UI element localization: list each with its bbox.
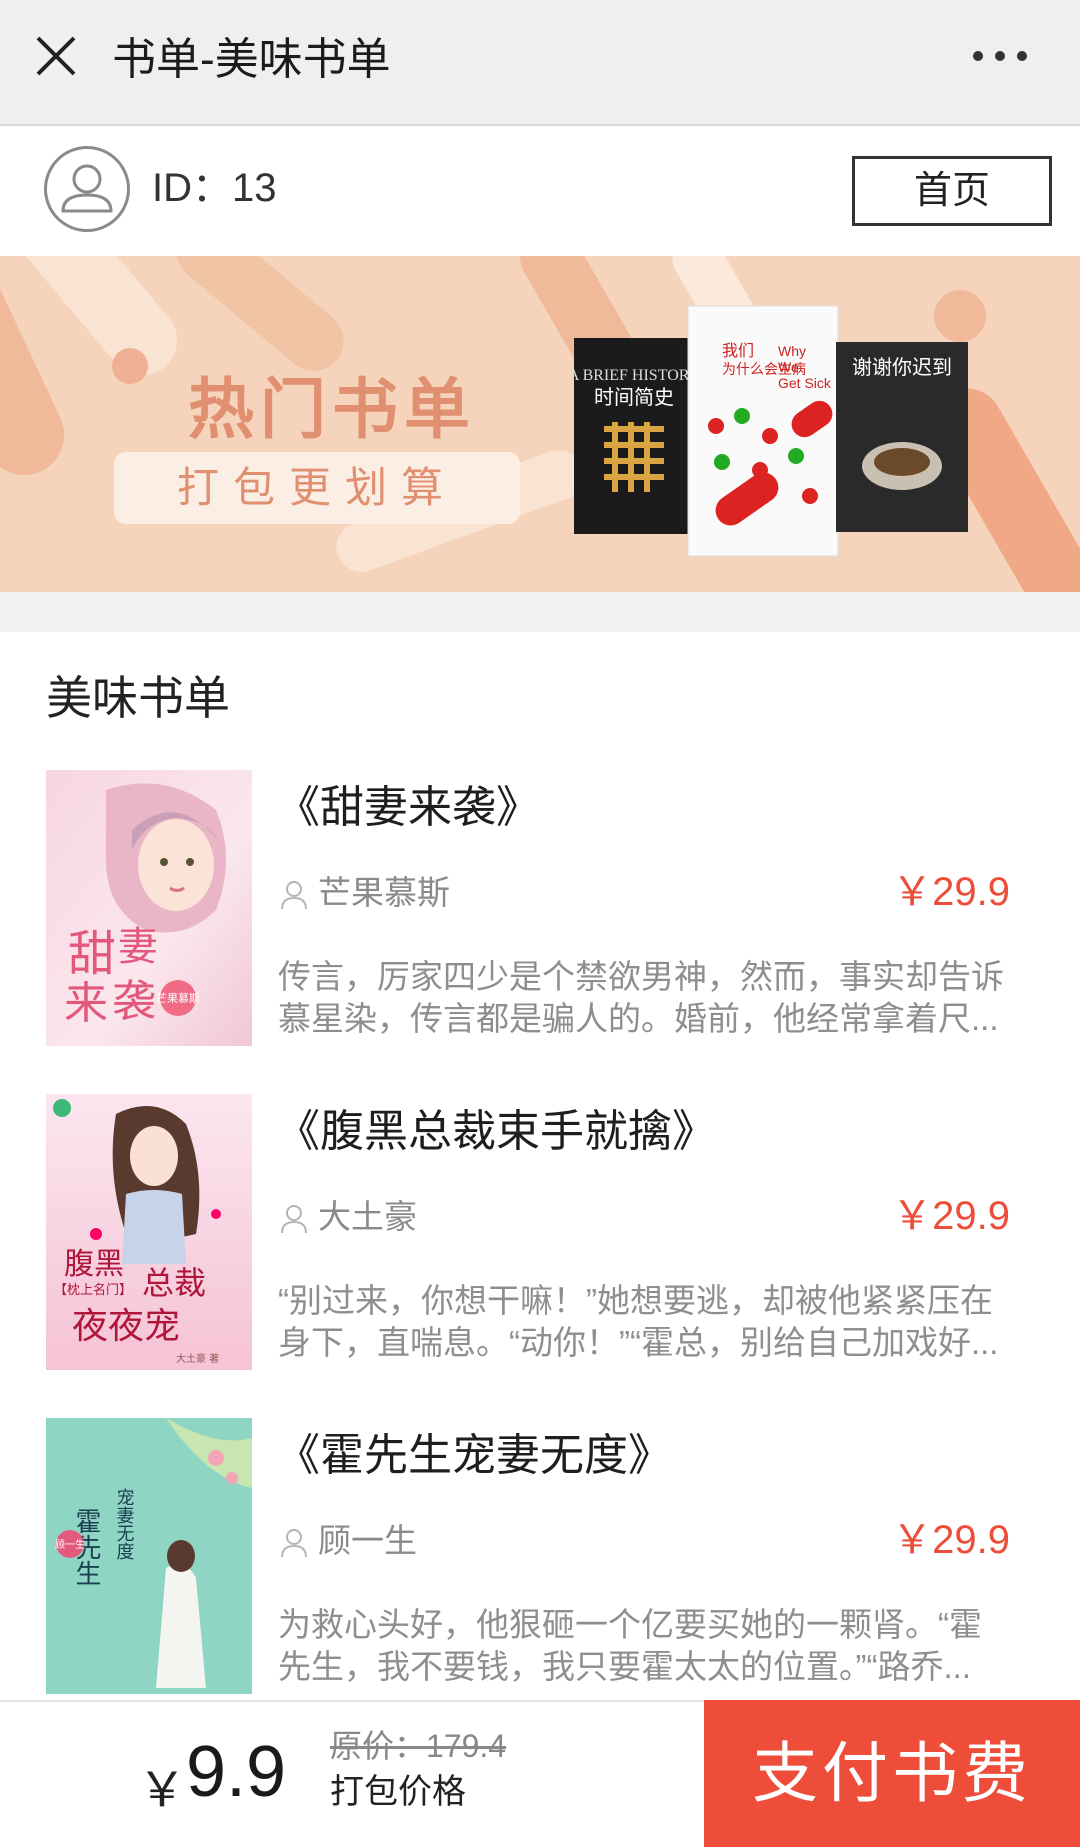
book-description: 传言，厉家四少是个禁欲男神，然而，事实却告诉慕星染，传言都是骗人的。婚前，他经常… <box>278 958 1004 1037</box>
banner-book-1: A BRIEF HISTORY 时间简史 <box>568 338 701 534</box>
book-cover-2[interactable]: 腹黑 总裁 【枕上名门】 夜夜宠 大土豪 著 <box>46 1094 252 1370</box>
home-button[interactable]: 首页 <box>852 156 1052 226</box>
user-row: ID：13 首页 <box>0 128 1080 256</box>
book-description: 为救心头好，他狠砸一个亿要买她的一颗肾。“霍先生，我不要钱，我只要霍太太的位置。… <box>278 1606 982 1685</box>
svg-text:A BRIEF HISTORY: A BRIEF HISTORY <box>568 367 701 384</box>
avatar[interactable] <box>44 146 130 232</box>
banner-book-2: 我们 为什么会生病 Why We Get Sick <box>687 305 839 557</box>
book-title: 《甜妻来袭》 <box>276 783 540 832</box>
banner-title: 热门书单 <box>188 372 476 446</box>
svg-text:We: We <box>778 359 799 375</box>
original-price: 原价：179.4 <box>330 1728 507 1764</box>
promo-banner[interactable]: A BRIEF HISTORY 时间简史 我们 为什么会生病 Why We Ge… <box>0 256 1080 592</box>
book-author: 顾一生 <box>318 1522 417 1559</box>
svg-text:Get Sick: Get Sick <box>778 375 832 391</box>
more-options-icon[interactable] <box>970 48 1030 64</box>
section-title: 美味书单 <box>46 672 230 724</box>
book-item-3[interactable]: 霍先生 宠妻无度 顾一生 《霍先生宠妻无度》 顾一生 ￥29.9 为救心头好，他… <box>0 1418 1080 1698</box>
title-bar: 书单-美味书单 <box>0 0 1080 126</box>
book-cover-3[interactable]: 霍先生 宠妻无度 顾一生 <box>46 1418 252 1694</box>
book-author: 大土豪 <box>318 1198 417 1235</box>
book-description: “别过来，你想干嘛！”她想要逃，却被他紧紧压在身下，直喘息。“动你！”“霍总，别… <box>278 1282 999 1361</box>
page-title: 书单-美味书单 <box>112 35 391 84</box>
svg-text:妻: 妻 <box>118 924 158 970</box>
book-author: 芒果慕斯 <box>318 874 450 911</box>
currency-symbol: ￥ <box>138 1764 187 1817</box>
banner-book-3: 谢谢你迟到 <box>836 342 968 532</box>
banner-decoration: A BRIEF HISTORY 时间简史 我们 为什么会生病 Why We Ge… <box>0 256 1080 592</box>
book-item-1[interactable]: 甜 妻 来 袭 芒果慕斯 《甜妻来袭》 芒果慕斯 ￥29.9 传言，厉家四少是个… <box>0 770 1080 1050</box>
svg-text:我们: 我们 <box>722 341 754 360</box>
user-icon <box>61 164 113 213</box>
user-id: ID：13 <box>152 166 277 210</box>
svg-text:芒果慕斯: 芒果慕斯 <box>156 991 200 1005</box>
bundle-price: 9.9 <box>186 1732 287 1812</box>
banner-subtitle: 打包更划算 <box>176 464 457 511</box>
svg-text:袭: 袭 <box>112 976 156 1027</box>
author-icon <box>281 1205 307 1234</box>
svg-text:Why: Why <box>778 343 806 359</box>
bundle-price-label: 打包价格 <box>330 1773 466 1811</box>
svg-text:甜: 甜 <box>68 926 116 982</box>
svg-text:腹黑: 腹黑 <box>64 1247 124 1282</box>
author-icon <box>281 1529 307 1558</box>
divider <box>0 592 1080 632</box>
book-cover-1[interactable]: 甜 妻 来 袭 芒果慕斯 <box>46 770 252 1046</box>
close-icon[interactable] <box>30 30 82 82</box>
book-price: ￥29.9 <box>892 870 1010 914</box>
svg-text:大土豪 著: 大土豪 著 <box>176 1352 219 1365</box>
svg-text:总裁: 总裁 <box>142 1264 206 1302</box>
svg-text:顾一生: 顾一生 <box>55 1538 85 1551</box>
svg-text:夜夜宠: 夜夜宠 <box>72 1306 180 1347</box>
book-price: ￥29.9 <box>892 1194 1010 1238</box>
svg-text:时间简史: 时间简史 <box>594 385 674 409</box>
book-title: 《霍先生宠妻无度》 <box>276 1431 672 1480</box>
svg-text:宠妻无度: 宠妻无度 <box>114 1488 135 1560</box>
book-price: ￥29.9 <box>892 1518 1010 1562</box>
svg-text:【枕上名门】: 【枕上名门】 <box>54 1282 132 1298</box>
svg-text:谢谢你迟到: 谢谢你迟到 <box>852 355 952 379</box>
book-title: 《腹黑总裁束手就擒》 <box>276 1107 716 1156</box>
svg-text:来: 来 <box>64 978 108 1029</box>
pay-button[interactable]: 支付书费 <box>704 1700 1080 1847</box>
book-item-2[interactable]: 腹黑 总裁 【枕上名门】 夜夜宠 大土豪 著 《腹黑总裁束手就擒》 大土豪 ￥2… <box>0 1094 1080 1374</box>
author-icon <box>281 881 307 910</box>
